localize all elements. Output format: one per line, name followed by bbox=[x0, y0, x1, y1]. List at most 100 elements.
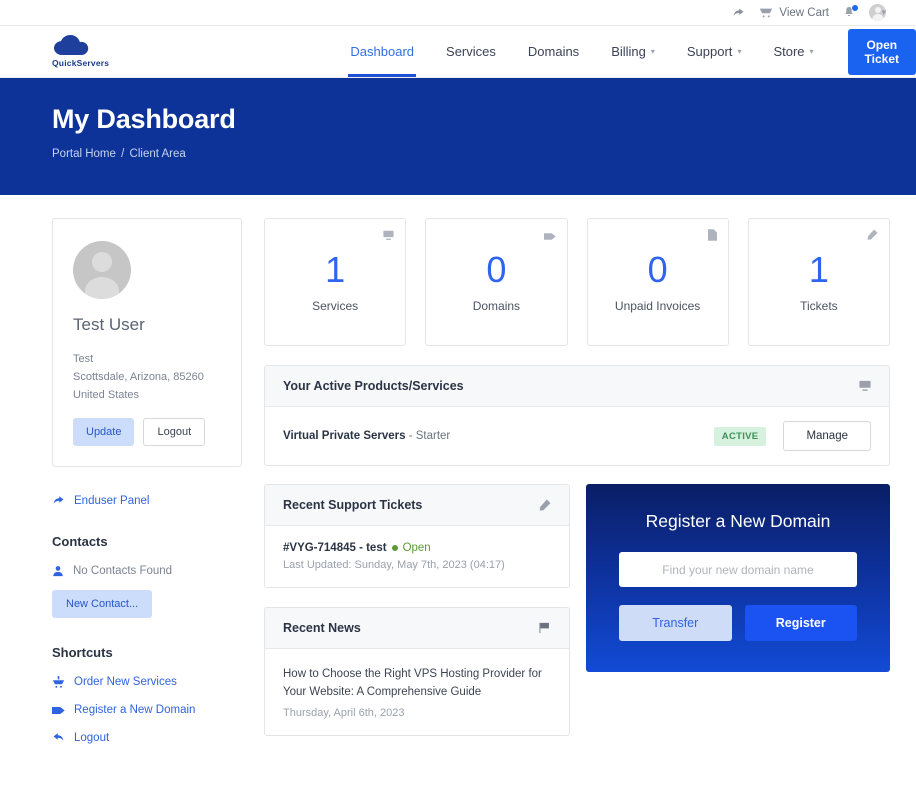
new-contact-button[interactable]: New Contact... bbox=[52, 590, 153, 619]
panel-body: How to Choose the Right VPS Hosting Prov… bbox=[265, 649, 569, 735]
share-arrow-icon[interactable] bbox=[732, 6, 745, 19]
chevron-down-icon: ▾ bbox=[650, 47, 655, 56]
update-button[interactable]: Update bbox=[73, 418, 135, 447]
nav-item-domains[interactable]: Domains bbox=[512, 26, 595, 77]
panel-header: Your Active Products/Services bbox=[265, 366, 889, 407]
service-plan: - Starter bbox=[405, 430, 451, 442]
transfer-button[interactable]: Transfer bbox=[619, 605, 732, 641]
stat-label: Domains bbox=[472, 298, 521, 313]
table-row: Virtual Private Servers - Starter ACTIVE… bbox=[265, 407, 889, 465]
stat-cards-row: 1 Services 0 Domains 0 Unpaid Invoices 1… bbox=[264, 218, 890, 346]
ticket-last-updated: Last Updated: Sunday, May 7th, 2023 (04:… bbox=[283, 559, 505, 571]
sidebar-item-label: Logout bbox=[74, 732, 110, 745]
service-product: Virtual Private Servers bbox=[283, 430, 406, 442]
cart-plus-icon bbox=[52, 676, 65, 689]
stat-label: Services bbox=[312, 298, 359, 313]
server-icon bbox=[859, 380, 871, 392]
panel-header: Recent News bbox=[265, 608, 569, 649]
top-utility-group: View Cart bbox=[732, 4, 886, 21]
panel-title: Recent Support Tickets bbox=[283, 498, 423, 512]
left-sidebar: Test User Test Scottsdale, Arizona, 8526… bbox=[52, 218, 242, 760]
panel-body: #VYG-714845 - test Open Last Updated: Su… bbox=[265, 526, 569, 587]
ticket-icon bbox=[866, 228, 878, 246]
profile-country: United States bbox=[73, 389, 140, 402]
chevron-down-icon[interactable]: ▾ bbox=[881, 7, 886, 18]
cloud-logo-icon bbox=[52, 35, 104, 57]
domain-actions: Transfer Register bbox=[619, 605, 857, 641]
logout-button[interactable]: Logout bbox=[143, 418, 206, 447]
sidebar-item-logout[interactable]: Logout bbox=[52, 732, 242, 744]
contacts-heading: Contacts bbox=[52, 534, 108, 550]
breadcrumb-client-area[interactable]: Client Area bbox=[130, 148, 186, 160]
active-services-panel: Your Active Products/Services Virtual Pr… bbox=[264, 365, 890, 466]
stat-label: Unpaid Invoices bbox=[614, 298, 701, 313]
stat-value: 0 bbox=[486, 248, 507, 290]
nav-item-store[interactable]: Store ▾ bbox=[757, 26, 829, 77]
stat-card-tickets[interactable]: 1 Tickets bbox=[747, 218, 890, 346]
view-cart-label: View Cart bbox=[779, 6, 829, 19]
sidebar-item-order-new-services[interactable]: Order New Services bbox=[52, 676, 242, 688]
stat-card-services[interactable]: 1 Services bbox=[264, 218, 407, 346]
lower-left-column: Recent Support Tickets #VYG-714845 - tes… bbox=[264, 484, 570, 736]
chevron-down-icon: ▾ bbox=[737, 47, 742, 56]
nav-label: Dashboard bbox=[350, 44, 415, 59]
ticket-status: Open bbox=[402, 542, 431, 554]
notification-dot bbox=[852, 5, 858, 11]
breadcrumb: Portal Home / Client Area bbox=[52, 148, 916, 160]
nav-label: Store bbox=[773, 44, 805, 59]
server-icon bbox=[383, 228, 394, 246]
nav-label: Domains bbox=[527, 44, 580, 59]
manage-button[interactable]: Manage bbox=[783, 421, 871, 451]
stat-card-domains[interactable]: 0 Domains bbox=[425, 218, 568, 346]
service-name: Virtual Private Servers - Starter bbox=[283, 430, 450, 442]
sidebar-item-label: Register a New Domain bbox=[74, 704, 196, 717]
brand-name: QuickServers bbox=[52, 58, 110, 68]
register-button[interactable]: Register bbox=[744, 605, 857, 641]
view-cart-button[interactable]: View Cart bbox=[759, 6, 829, 19]
main-navbar: QuickServers Dashboard Services Domains … bbox=[0, 26, 916, 78]
domain-search-input[interactable] bbox=[619, 552, 857, 587]
stat-value: 1 bbox=[808, 248, 829, 290]
nav-label: Billing bbox=[611, 44, 646, 59]
nav-item-services[interactable]: Services bbox=[430, 26, 512, 77]
breadcrumb-portal-home[interactable]: Portal Home bbox=[52, 148, 116, 160]
stat-value: 0 bbox=[647, 248, 668, 290]
sidebar-item-register-a-new-domain[interactable]: Register a New Domain bbox=[52, 704, 242, 716]
top-utility-bar: View Cart ▾ bbox=[0, 0, 916, 26]
profile-name: Test User bbox=[73, 315, 145, 334]
nav-item-dashboard[interactable]: Dashboard bbox=[334, 26, 430, 77]
profile-company: Test bbox=[73, 353, 94, 365]
lower-panels-row: Recent Support Tickets #VYG-714845 - tes… bbox=[264, 484, 890, 736]
page-hero: My Dashboard Portal Home / Client Area bbox=[0, 78, 916, 195]
profile-card: Test User Test Scottsdale, Arizona, 8526… bbox=[52, 218, 242, 468]
lower-right-column: Register a New Domain Transfer Register bbox=[586, 484, 890, 672]
shopping-cart-icon bbox=[759, 6, 773, 19]
row-actions: ACTIVE Manage bbox=[713, 421, 871, 451]
nav-item-support[interactable]: Support ▾ bbox=[671, 26, 758, 77]
news-headline[interactable]: How to Choose the Right VPS Hosting Prov… bbox=[283, 665, 551, 702]
status-dot-icon bbox=[391, 545, 398, 551]
sidebar-item-enduser-panel[interactable]: Enduser Panel bbox=[52, 495, 242, 507]
tag-icon bbox=[52, 705, 65, 716]
stat-value: 1 bbox=[325, 248, 346, 290]
flag-icon bbox=[539, 622, 551, 634]
contacts-empty-row: No Contacts Found bbox=[52, 565, 242, 577]
news-date: Thursday, April 6th, 2023 bbox=[283, 706, 405, 719]
stat-card-unpaid-invoices[interactable]: 0 Unpaid Invoices bbox=[586, 218, 729, 346]
arrow-back-icon bbox=[52, 732, 65, 744]
ticket-icon bbox=[538, 499, 551, 512]
list-item[interactable]: #VYG-714845 - test Open bbox=[283, 542, 551, 554]
open-ticket-button[interactable]: Open Ticket bbox=[847, 28, 916, 75]
arrow-forward-icon bbox=[52, 495, 65, 507]
brand-logo[interactable]: QuickServers bbox=[0, 35, 164, 68]
domain-panel-title: Register a New Domain bbox=[645, 511, 831, 531]
nav-item-billing[interactable]: Billing ▾ bbox=[595, 26, 671, 77]
profile-city-state-zip: Scottsdale, Arizona, 85260 bbox=[73, 371, 204, 384]
contacts-empty-label: No Contacts Found bbox=[73, 565, 173, 578]
file-icon bbox=[707, 228, 717, 246]
sidebar-item-label: Enduser Panel bbox=[74, 495, 150, 508]
nav-label: Services bbox=[446, 44, 496, 59]
ticket-id: #VYG-714845 - test bbox=[283, 542, 387, 554]
register-domain-panel: Register a New Domain Transfer Register bbox=[586, 484, 890, 672]
bell-icon[interactable] bbox=[843, 5, 858, 19]
